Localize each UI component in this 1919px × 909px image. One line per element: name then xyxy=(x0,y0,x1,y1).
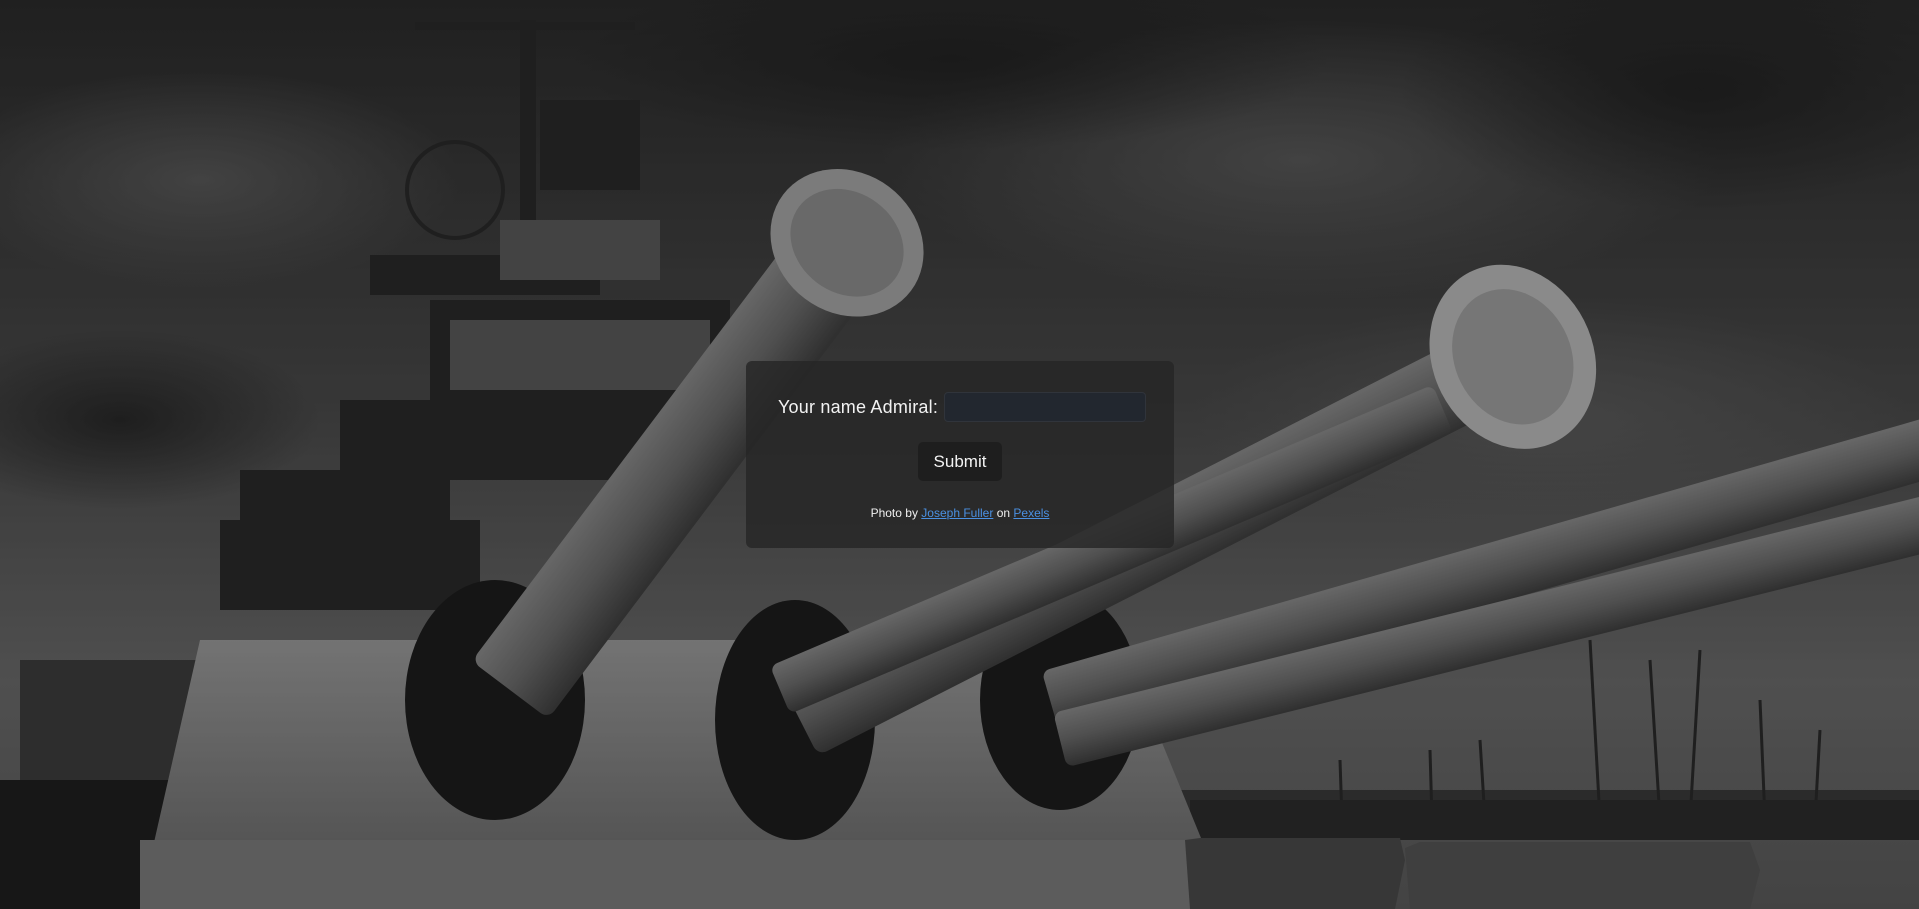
admiral-name-input[interactable] xyxy=(944,392,1147,422)
credit-prefix: Photo by xyxy=(870,506,918,520)
credit-site-link[interactable]: Pexels xyxy=(1013,506,1049,520)
submit-button[interactable]: Submit xyxy=(918,442,1002,481)
login-panel: Your name Admiral: Submit Photo by Josep… xyxy=(746,361,1174,548)
name-label: Your name Admiral: xyxy=(778,396,939,417)
background-photo: Your name Admiral: Submit Photo by Josep… xyxy=(0,0,1919,909)
photo-credit: Photo by Joseph Fuller on Pexels xyxy=(746,506,1174,520)
credit-author-link[interactable]: Joseph Fuller xyxy=(921,506,993,520)
name-row: Your name Admiral: xyxy=(778,392,1147,422)
credit-middle: on xyxy=(996,506,1011,520)
